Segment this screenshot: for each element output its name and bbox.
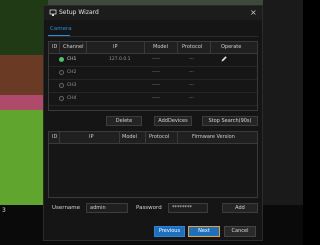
preview-roof [0,55,48,100]
col-divider [59,42,60,53]
protocol-cell: --- [189,83,194,88]
setup-wizard-dialog: Setup Wizard × Camera ID Channel IP Mode… [43,5,263,241]
dialog-title: Setup Wizard [59,9,99,16]
preview-grass [0,110,48,205]
search-result-table: ID IP Model Protocol Firmware Version [48,131,258,198]
model-cell: ----- [152,57,161,62]
delete-button[interactable]: Delete [106,116,142,126]
col-divider [119,132,120,143]
next-button[interactable]: Next [188,226,220,237]
channel-cell: CH3 [67,83,77,88]
username-label: Username [52,205,81,211]
protocol-cell: --- [189,96,194,101]
col-divider [210,42,211,53]
username-input[interactable]: admin [86,203,128,213]
protocol-cell: --- [189,57,194,62]
col-ip: IP [89,134,94,140]
camera-table: ID Channel IP Model Protocol Operate CH1… [48,41,258,111]
model-cell: ----- [152,96,161,101]
add-devices-button[interactable]: AddDevices [154,116,192,126]
dialog-titlebar: Setup Wizard × [44,6,262,20]
password-input[interactable]: ******** [168,203,208,213]
model-cell: ----- [152,70,161,75]
col-divider [86,42,87,53]
camera-table-header: ID Channel IP Model Protocol Operate [49,42,257,54]
col-id: ID [52,44,58,50]
col-operate: Operate [221,44,242,50]
wizard-icon [49,9,57,16]
col-divider [145,132,146,143]
col-protocol: Protocol [149,134,170,140]
table-row[interactable]: CH4 ----- --- [49,93,257,106]
close-icon[interactable]: × [250,8,257,17]
model-cell: ----- [152,83,161,88]
col-ip: IP [113,44,118,50]
col-divider [59,132,60,143]
row-select-radio[interactable] [59,96,64,101]
col-divider [144,42,145,53]
previous-button[interactable]: Previous [154,226,185,237]
row-select-radio[interactable] [59,83,64,88]
channel-cell: CH1 [67,57,77,62]
edit-icon[interactable] [220,55,228,63]
tab-divider [48,36,258,37]
table-row[interactable]: CH1 127.0.0.1 ----- --- [49,54,257,67]
stop-search-button[interactable]: Stop Search(90s) [202,116,258,126]
protocol-cell: --- [189,70,194,75]
col-firmware-version: Firmware Version [192,134,235,140]
col-protocol: Protocol [182,44,203,50]
col-id: ID [52,134,58,140]
channel-cell: CH4 [67,96,77,101]
channel-cell: CH2 [67,70,77,75]
search-table-header: ID IP Model Protocol Firmware Version [49,132,257,144]
row-select-radio[interactable] [59,70,64,75]
ip-cell: 127.0.0.1 [109,57,131,62]
col-divider [177,42,178,53]
tab-camera[interactable]: Camera [50,26,72,32]
col-model: Model [122,134,138,140]
col-channel: Channel [63,44,84,50]
cancel-button[interactable]: Cancel [224,226,256,237]
table-row[interactable]: CH2 ----- --- [49,67,257,80]
password-label: Password [136,205,162,211]
row-select-radio[interactable] [59,57,64,62]
col-model: Model [153,44,169,50]
table-row[interactable]: CH3 ----- --- [49,80,257,93]
col-divider [177,132,178,143]
preview-bottom-text: 3 [2,207,6,214]
add-button[interactable]: Add [222,203,258,213]
